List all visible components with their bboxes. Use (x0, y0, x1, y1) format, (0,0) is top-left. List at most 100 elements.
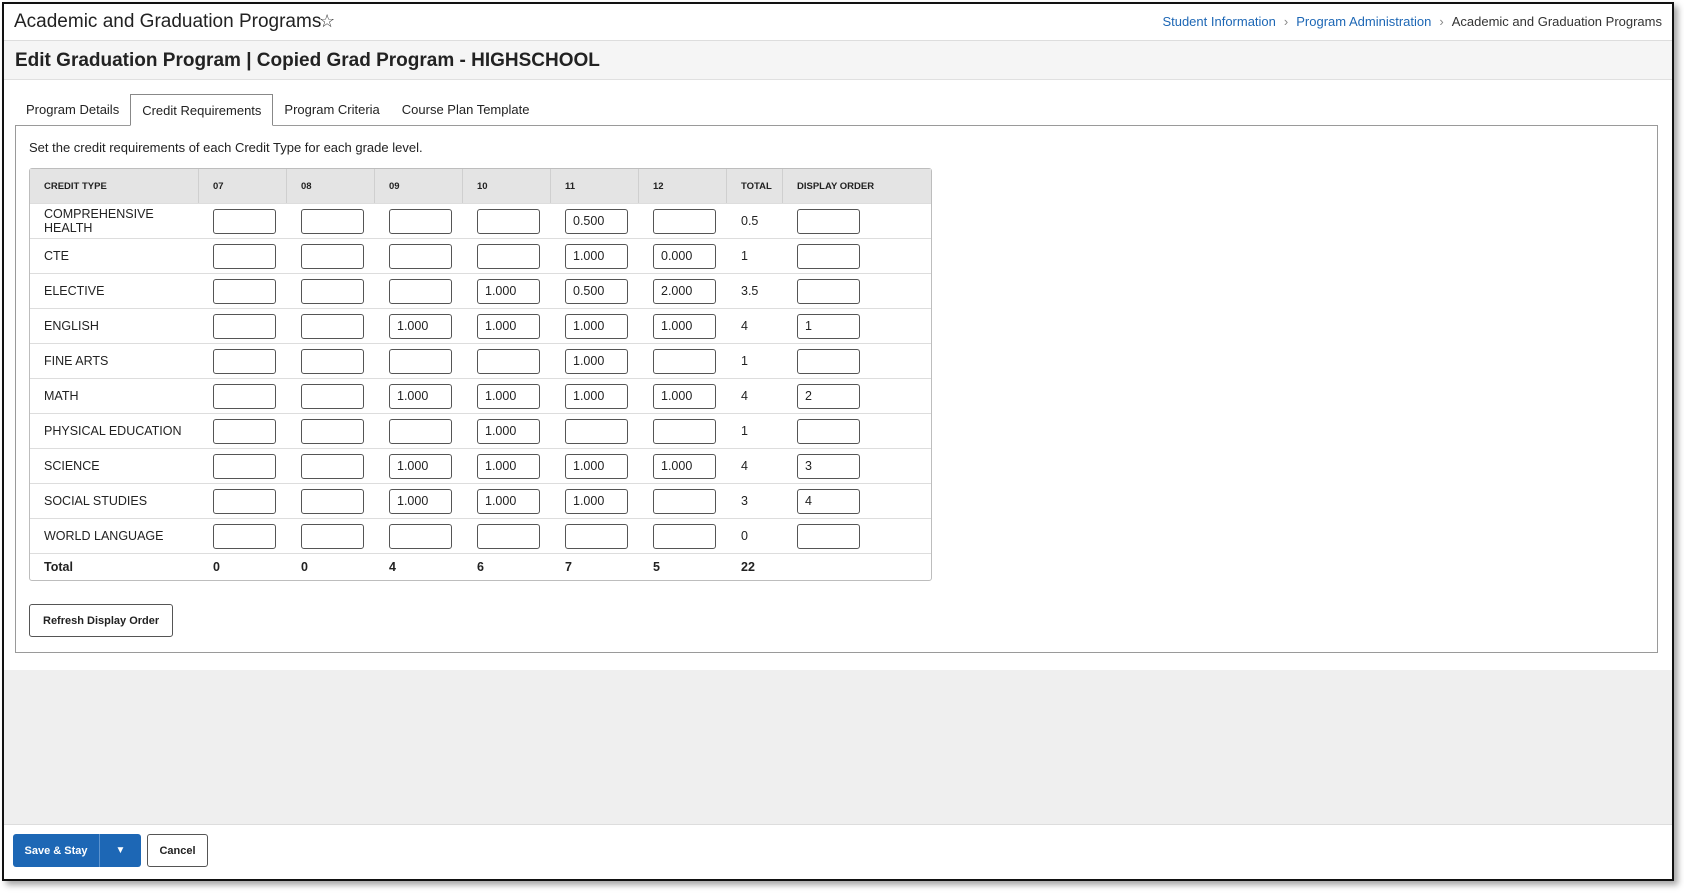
display-order-input[interactable] (797, 208, 860, 234)
cancel-button[interactable]: Cancel (147, 834, 208, 867)
grade-cell (463, 273, 551, 308)
grade-cell (639, 203, 727, 238)
credit-input-08[interactable] (301, 383, 364, 409)
credit-input-09[interactable] (389, 418, 452, 444)
credit-input-10[interactable] (477, 348, 540, 374)
display-order-input[interactable] (797, 243, 860, 269)
display-order-input[interactable] (797, 313, 860, 339)
grade-cell (287, 378, 375, 413)
credit-input-09[interactable] (389, 278, 452, 304)
display-order-input[interactable] (797, 523, 860, 549)
credit-input-09[interactable] (389, 208, 452, 234)
tab-credit-requirements[interactable]: Credit Requirements (130, 94, 274, 126)
credit-input-08[interactable] (301, 278, 364, 304)
credit-input-12[interactable] (653, 313, 716, 339)
grade-cell (639, 343, 727, 378)
credit-input-07[interactable] (213, 208, 276, 234)
grade-cell (551, 343, 639, 378)
credit-input-11[interactable] (565, 523, 628, 549)
tab-program-details[interactable]: Program Details (15, 94, 130, 126)
credit-input-11[interactable] (565, 243, 628, 269)
credit-input-08[interactable] (301, 523, 364, 549)
credit-input-10[interactable] (477, 383, 540, 409)
credit-input-10[interactable] (477, 488, 540, 514)
display-order-input[interactable] (797, 278, 860, 304)
credit-input-09[interactable] (389, 453, 452, 479)
credit-input-07[interactable] (213, 348, 276, 374)
row-total-cell: 4 (727, 448, 783, 483)
credit-input-08[interactable] (301, 313, 364, 339)
display-order-input[interactable] (797, 453, 860, 479)
credit-input-11[interactable] (565, 278, 628, 304)
table-row: SOCIAL STUDIES 3 (30, 483, 931, 518)
column-header-09: 09 (375, 169, 463, 203)
credit-input-12[interactable] (653, 453, 716, 479)
credit-input-08[interactable] (301, 453, 364, 479)
credit-input-09[interactable] (389, 243, 452, 269)
credit-input-08[interactable] (301, 208, 364, 234)
totals-label: Total (30, 553, 199, 580)
table-row: SCIENCE 4 (30, 448, 931, 483)
save-and-stay-button[interactable]: Save & Stay (13, 834, 99, 867)
credit-input-11[interactable] (565, 348, 628, 374)
credit-input-10[interactable] (477, 208, 540, 234)
grade-cell (463, 413, 551, 448)
breadcrumb-student-information[interactable]: Student Information (1162, 14, 1275, 29)
credit-input-07[interactable] (213, 313, 276, 339)
save-options-caret-down-icon[interactable]: ▼ (99, 834, 141, 867)
credit-input-11[interactable] (565, 453, 628, 479)
credit-input-11[interactable] (565, 313, 628, 339)
credit-input-09[interactable] (389, 348, 452, 374)
credit-input-11[interactable] (565, 208, 628, 234)
credit-input-10[interactable] (477, 453, 540, 479)
credit-input-07[interactable] (213, 488, 276, 514)
credit-input-12[interactable] (653, 278, 716, 304)
credit-input-10[interactable] (477, 418, 540, 444)
credit-input-11[interactable] (565, 488, 628, 514)
credit-input-09[interactable] (389, 313, 452, 339)
credit-input-10[interactable] (477, 313, 540, 339)
credit-input-10[interactable] (477, 278, 540, 304)
credit-input-07[interactable] (213, 278, 276, 304)
grade-cell (199, 413, 287, 448)
credit-input-08[interactable] (301, 348, 364, 374)
breadcrumb-program-administration[interactable]: Program Administration (1296, 14, 1431, 29)
display-order-input[interactable] (797, 418, 860, 444)
credit-input-12[interactable] (653, 488, 716, 514)
credit-input-12[interactable] (653, 208, 716, 234)
grade-cell (287, 448, 375, 483)
credit-input-08[interactable] (301, 418, 364, 444)
credit-input-11[interactable] (565, 383, 628, 409)
credit-input-12[interactable] (653, 243, 716, 269)
credit-input-09[interactable] (389, 523, 452, 549)
credit-input-10[interactable] (477, 523, 540, 549)
display-order-cell (783, 518, 931, 553)
grade-cell (463, 308, 551, 343)
table-row: PHYSICAL EDUCATION 1 (30, 413, 931, 448)
refresh-display-order-button[interactable]: Refresh Display Order (29, 604, 174, 637)
credit-type-cell: FINE ARTS (30, 343, 199, 378)
credit-input-07[interactable] (213, 243, 276, 269)
grade-cell (639, 448, 727, 483)
credit-input-12[interactable] (653, 418, 716, 444)
tab-course-plan-template[interactable]: Course Plan Template (391, 94, 541, 126)
tab-program-criteria[interactable]: Program Criteria (273, 94, 390, 126)
credit-input-07[interactable] (213, 418, 276, 444)
credit-input-07[interactable] (213, 383, 276, 409)
credit-input-12[interactable] (653, 348, 716, 374)
credit-input-07[interactable] (213, 453, 276, 479)
credit-input-12[interactable] (653, 523, 716, 549)
display-order-input[interactable] (797, 348, 860, 374)
credit-input-09[interactable] (389, 383, 452, 409)
credit-input-07[interactable] (213, 523, 276, 549)
credit-input-08[interactable] (301, 488, 364, 514)
display-order-input[interactable] (797, 488, 860, 514)
star-outline-icon[interactable]: ☆ (319, 11, 335, 32)
credit-input-09[interactable] (389, 488, 452, 514)
credit-input-10[interactable] (477, 243, 540, 269)
credit-input-12[interactable] (653, 383, 716, 409)
credit-input-08[interactable] (301, 243, 364, 269)
credit-input-11[interactable] (565, 418, 628, 444)
grade-cell (287, 308, 375, 343)
display-order-input[interactable] (797, 383, 860, 409)
